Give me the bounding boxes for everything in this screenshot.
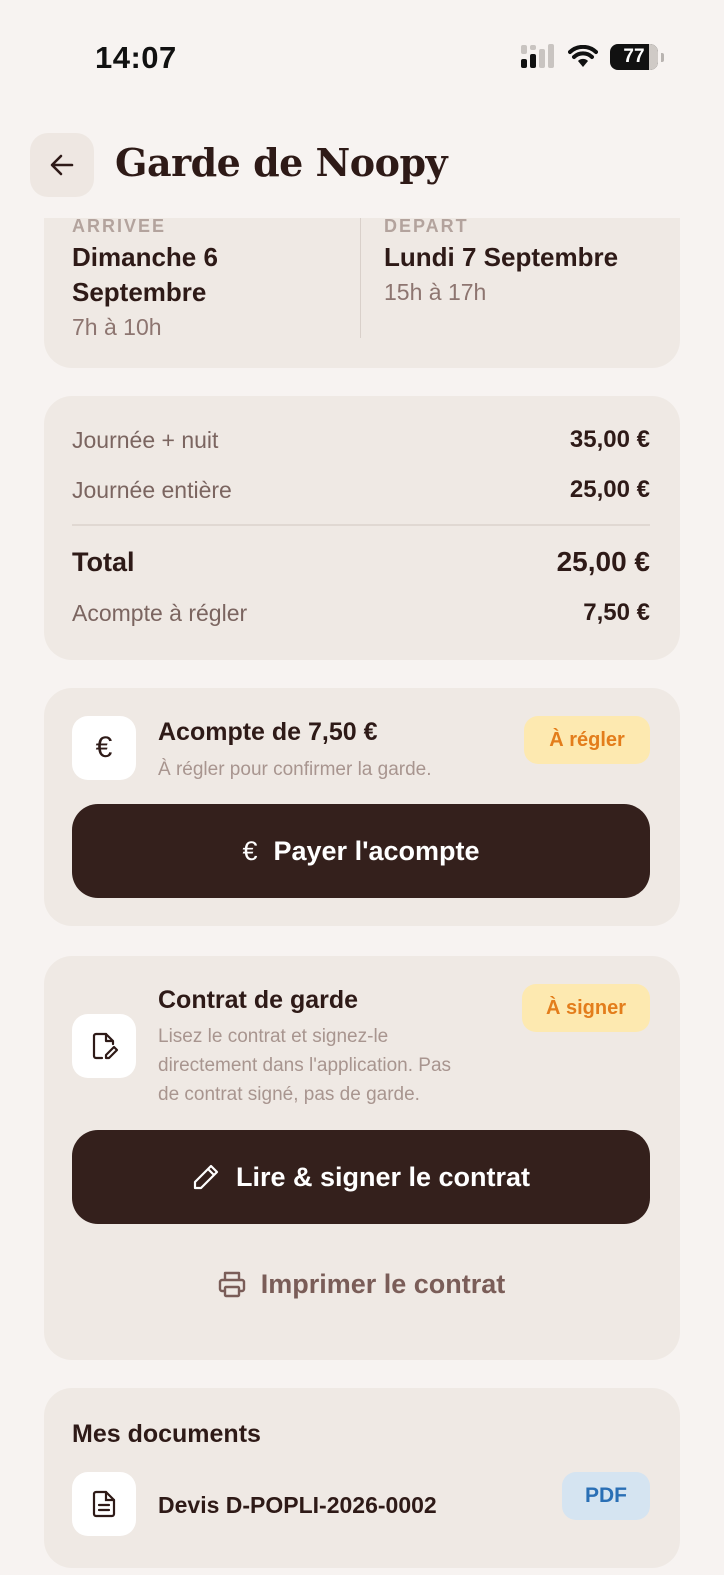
euro-icon: € — [95, 731, 113, 764]
status-time: 14:07 — [95, 40, 177, 75]
price-label: Journée entière — [72, 476, 232, 503]
price-label: Journée + nuit — [72, 426, 219, 453]
contract-card: Contrat de garde Lisez le contrat et sig… — [44, 956, 680, 1360]
contract-subtitle: Lisez le contrat et signez-le directemen… — [158, 1026, 452, 1105]
sign-contract-button[interactable]: Lire & signer le contrat — [72, 1130, 650, 1224]
document-icon-tile — [72, 1472, 136, 1536]
back-button[interactable] — [30, 133, 94, 197]
battery-icon: 77 — [610, 44, 664, 70]
euro-icon: € — [242, 835, 258, 866]
print-contract-button[interactable]: Imprimer le contrat — [72, 1252, 650, 1316]
departure-hours: 15h à 17h — [384, 279, 487, 305]
status-badge: À signer — [522, 984, 650, 1032]
price-divider — [72, 524, 650, 526]
price-row: Journée entière 25,00 € — [72, 476, 650, 504]
cellular-signal-icon — [521, 44, 554, 68]
price-amount: 25,00 € — [569, 476, 650, 503]
arrival-label: ARRIVÉE — [72, 218, 167, 236]
file-type-badge: PDF — [562, 1472, 650, 1520]
price-row: Journée + nuit 35,00 € — [72, 426, 650, 454]
departure-date: Lundi 7 Septembre — [384, 242, 619, 272]
page-title: Garde de Noopy — [115, 140, 448, 185]
printer-icon — [218, 1271, 245, 1298]
print-contract-label: Imprimer le contrat — [260, 1268, 506, 1299]
arrival-hours: 7h à 10h — [72, 314, 162, 340]
battery-level: 77 — [623, 46, 645, 67]
pencil-icon — [193, 1164, 219, 1190]
deposit-title: Acompte de 7,50 € — [158, 718, 378, 746]
price-amount: 35,00 € — [569, 426, 650, 453]
contract-title: Contrat de garde — [158, 986, 359, 1014]
dates-card: ARRIVÉE Dimanche 6 Septembre 7h à 10h DÉ… — [44, 218, 680, 368]
departure-label: DÉPART — [384, 218, 469, 236]
deposit-subtitle: À régler pour confirmer la garde. — [158, 759, 432, 780]
deposit-label: Acompte à régler — [72, 599, 248, 626]
arrow-left-icon — [50, 154, 74, 176]
total-row: Total 25,00 € — [72, 546, 650, 578]
status-badge: À régler — [524, 716, 650, 764]
content-scroll[interactable]: ARRIVÉE Dimanche 6 Septembre 7h à 10h DÉ… — [0, 218, 724, 1575]
date-divider — [360, 218, 361, 338]
documents-title: Mes documents — [72, 1420, 261, 1448]
euro-icon-tile: € — [72, 716, 136, 780]
status-icons: 77 — [520, 44, 664, 70]
total-amount: 25,00 € — [556, 546, 650, 577]
pay-deposit-button[interactable]: € Payer l'acompte — [72, 804, 650, 898]
arrival-column: ARRIVÉE Dimanche 6 Septembre 7h à 10h — [72, 218, 357, 341]
contract-icon-tile — [72, 1014, 136, 1078]
documents-card: Mes documents Devis D-POPLI-2026-0002 PD… — [44, 1388, 680, 1568]
page-header: Garde de Noopy — [0, 120, 724, 218]
pay-deposit-label: Payer l'acompte — [273, 835, 480, 866]
total-label: Total — [72, 546, 135, 577]
status-bar: 14:07 77 — [0, 0, 724, 110]
document-edit-icon — [92, 1032, 119, 1060]
deposit-card: € Acompte de 7,50 € À régler pour confir… — [44, 688, 680, 926]
document-icon — [92, 1490, 116, 1518]
arrival-date: Dimanche 6 Septembre — [72, 242, 218, 307]
sign-contract-label: Lire & signer le contrat — [235, 1161, 531, 1192]
departure-column: DÉPART Lundi 7 Septembre 15h à 17h — [384, 218, 664, 306]
deposit-row: Acompte à régler 7,50 € — [72, 599, 650, 627]
deposit-amount: 7,50 € — [583, 599, 650, 626]
price-card: Journée + nuit 35,00 € Journée entière 2… — [44, 396, 680, 660]
wifi-icon — [568, 45, 598, 67]
document-item[interactable]: Devis D-POPLI-2026-0002 — [158, 1492, 437, 1519]
